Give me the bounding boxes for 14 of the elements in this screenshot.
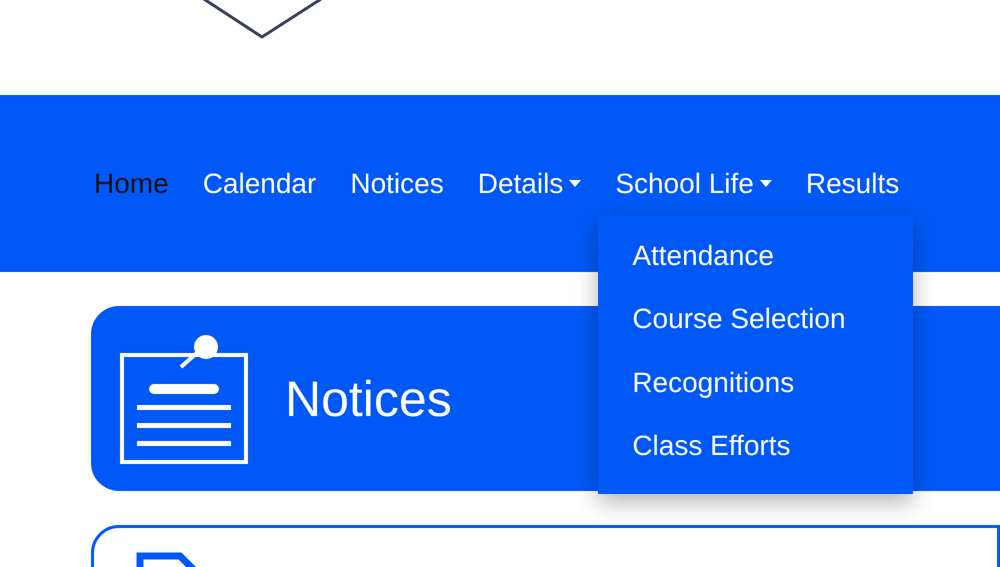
nav-link[interactable]: Notices — [350, 162, 444, 204]
caret-icon — [760, 180, 772, 187]
nav-link[interactable]: Home — [94, 162, 169, 204]
dropdown-item[interactable]: Course Selection — [598, 291, 914, 355]
nav-link[interactable]: School Life — [615, 162, 772, 204]
dropdown-item[interactable]: Recognitions — [598, 354, 914, 418]
dropdown-item[interactable]: Attendance — [598, 228, 914, 292]
nav-link[interactable]: Calendar — [202, 162, 316, 204]
nav-link[interactable]: Details — [478, 162, 582, 204]
caret-icon — [569, 180, 582, 187]
notice-board-icon — [119, 332, 251, 464]
dropdown-item[interactable]: Class Efforts — [598, 418, 914, 482]
page-title: Notices — [285, 370, 452, 428]
nav-link[interactable]: Results — [806, 162, 900, 204]
